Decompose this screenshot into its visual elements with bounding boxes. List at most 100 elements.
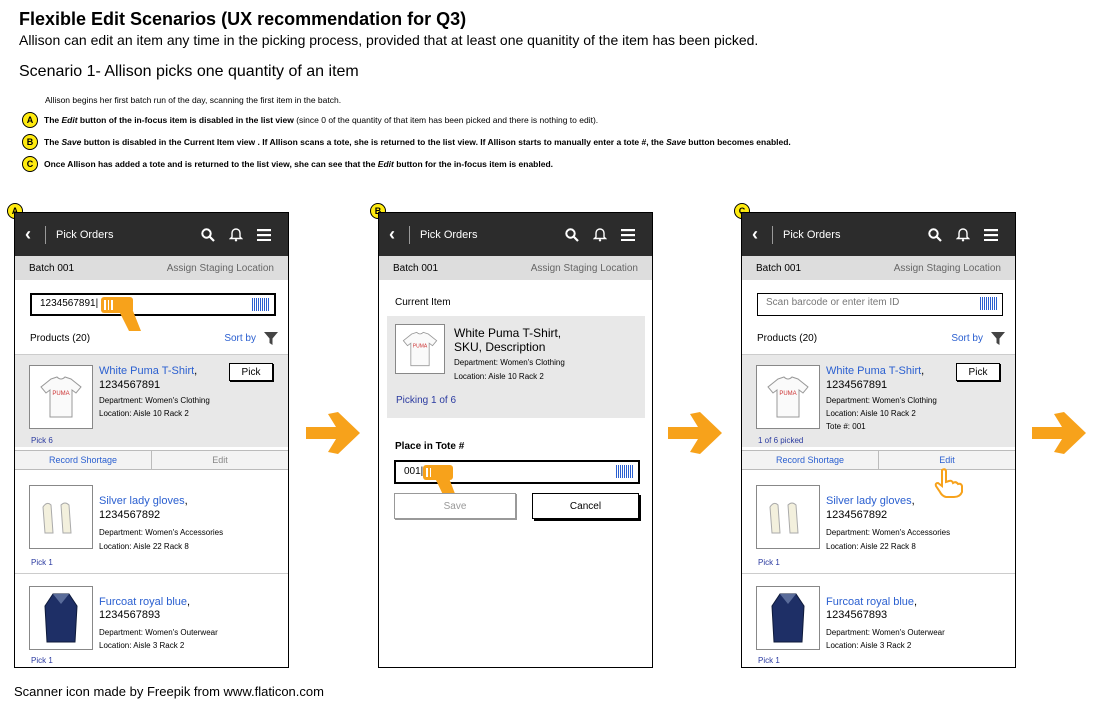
item-location: Location: Aisle 3 Rack 2 [826,641,912,650]
item-department: Department: Women's Clothing [99,396,210,405]
products-header: Products (20) Sort by [30,332,278,345]
record-shortage-button[interactable]: Record Shortage [742,451,879,469]
products-count: Products (20) [30,333,91,344]
sort-by-button[interactable]: Sort by [224,332,278,345]
phone-screen-b: ‹ Pick Orders Batch 001 Assign Staging L… [378,212,653,668]
list-item[interactable]: Silver lady gloves, 1234567892 Departmen… [742,475,1015,573]
list-item[interactable]: Furcoat royal blue, 1234567893 Departmen… [742,573,1015,667]
current-item-label: Current Item [395,297,451,308]
item-actions: Record Shortage Edit [15,450,288,470]
item-name[interactable]: White Puma T-Shirt, [826,365,924,377]
item-name[interactable]: Silver lady gloves, [826,495,915,507]
pick-count: Pick 1 [31,558,53,567]
tote-label: Place in Tote # [395,441,465,452]
page-title: Flexible Edit Scenarios (UX recommendati… [19,9,467,29]
assign-staging-link[interactable]: Assign Staging Location [894,263,1001,274]
svg-text:PUMA: PUMA [779,391,796,397]
svg-text:PUMA: PUMA [413,343,428,349]
batch-bar: Batch 001 Assign Staging Location [15,256,288,280]
search-icon[interactable] [194,227,222,242]
item-name[interactable]: White Puma T-Shirt, [99,365,197,377]
back-arrow-icon[interactable]: ‹ [389,224,403,245]
list-item[interactable]: PUMA White Puma T-Shirt, 1234567891 Depa… [15,354,288,447]
flow-arrow-icon [306,412,360,454]
item-location: Location: Aisle 22 Rack 8 [826,542,916,551]
gloves-image [756,485,820,549]
products-header: Products (20) Sort by [757,332,1005,345]
tshirt-image: PUMA [395,324,445,374]
item-name[interactable]: Furcoat royal blue, [99,596,190,608]
scenario-heading: Scenario 1- Allison picks one quantity o… [19,63,359,80]
pick-button[interactable]: Pick [956,363,1000,381]
menu-icon[interactable] [614,228,642,241]
cancel-button[interactable]: Cancel [532,493,639,519]
picked-count: 1 of 6 picked [758,436,804,445]
footer-credit: Scanner icon made by Freepik from www.fl… [14,684,324,699]
batch-bar: Batch 001 Assign Staging Location [379,256,652,280]
item-sku: 1234567892 [826,509,888,521]
app-title: Pick Orders [420,228,478,241]
badge-b: B [22,134,38,150]
bell-icon[interactable] [222,227,250,242]
app-title: Pick Orders [783,228,841,241]
phone-screen-c: ‹ Pick Orders Batch 001 Assign Staging L… [741,212,1016,668]
tshirt-image: PUMA [29,365,93,429]
back-arrow-icon[interactable]: ‹ [25,224,39,245]
scan-input[interactable]: Scan barcode or enter item ID [757,293,1003,316]
back-arrow-icon[interactable]: ‹ [752,224,766,245]
bell-icon[interactable] [586,227,614,242]
item-name[interactable]: Silver lady gloves, [99,495,188,507]
menu-icon[interactable] [250,228,278,241]
bell-icon[interactable] [949,227,977,242]
svg-text:PUMA: PUMA [52,391,69,397]
record-shortage-button[interactable]: Record Shortage [15,451,152,469]
item-tote: Tote #: 001 [826,422,866,431]
item-department: Department: Women's Outerwear [99,628,218,637]
batch-bar: Batch 001 Assign Staging Location [742,256,1015,280]
filter-icon[interactable] [264,332,278,345]
flow-arrow-icon [1032,412,1086,454]
scanner-icon [101,297,141,331]
item-sku: 1234567892 [99,509,161,521]
note-a: A The Edit button of the in-focus item i… [22,112,598,128]
barcode-icon [616,465,634,478]
scenario-intro: Allison begins her first batch run of th… [45,95,342,105]
edit-button[interactable]: Edit [879,451,1015,469]
item-sku: 1234567891 [99,379,161,391]
flow-arrow-icon [668,412,722,454]
current-item-title: White Puma T-Shirt, [454,326,562,340]
item-department: Department: Women's Outerwear [826,628,945,637]
item-location: Location: Aisle 10 Rack 2 [826,409,916,418]
coat-image [29,586,93,650]
pick-button[interactable]: Pick [229,363,273,381]
assign-staging-link[interactable]: Assign Staging Location [531,263,638,274]
page-subtitle: Allison can edit an item any time in the… [19,32,759,48]
filter-icon[interactable] [991,332,1005,345]
save-button[interactable]: Save [394,493,516,519]
note-b: B The Save button is disabled in the Cur… [22,134,791,150]
note-c: C Once Allison has added a tote and is r… [22,156,553,172]
item-sku: 1234567893 [826,609,888,621]
item-name[interactable]: Furcoat royal blue, [826,596,917,608]
edit-button-disabled: Edit [212,455,228,465]
search-icon[interactable] [558,227,586,242]
badge-a: A [22,112,38,128]
pick-count: Pick 6 [31,436,53,445]
menu-icon[interactable] [977,228,1005,241]
tshirt-image: PUMA [756,365,820,429]
list-item[interactable]: PUMA White Puma T-Shirt, 1234567891 Depa… [742,354,1015,447]
assign-staging-link[interactable]: Assign Staging Location [167,263,274,274]
barcode-icon [252,298,270,311]
barcode-icon [980,297,998,310]
list-item[interactable]: Silver lady gloves, 1234567892 Departmen… [15,475,288,573]
batch-name: Batch 001 [393,262,439,274]
pick-count: Pick 1 [758,558,780,567]
current-item-subtitle: SKU, Description [454,340,546,354]
current-item-card: PUMA White Puma T-Shirt, SKU, Descriptio… [387,316,645,418]
item-department: Department: Women's Accessories [99,528,224,537]
scan-input[interactable]: 1234567891| [30,293,276,316]
sort-by-button[interactable]: Sort by [951,332,1005,345]
search-icon[interactable] [921,227,949,242]
list-item[interactable]: Furcoat royal blue, 1234567893 Departmen… [15,573,288,667]
item-actions: Record Shortage Edit [742,450,1015,470]
